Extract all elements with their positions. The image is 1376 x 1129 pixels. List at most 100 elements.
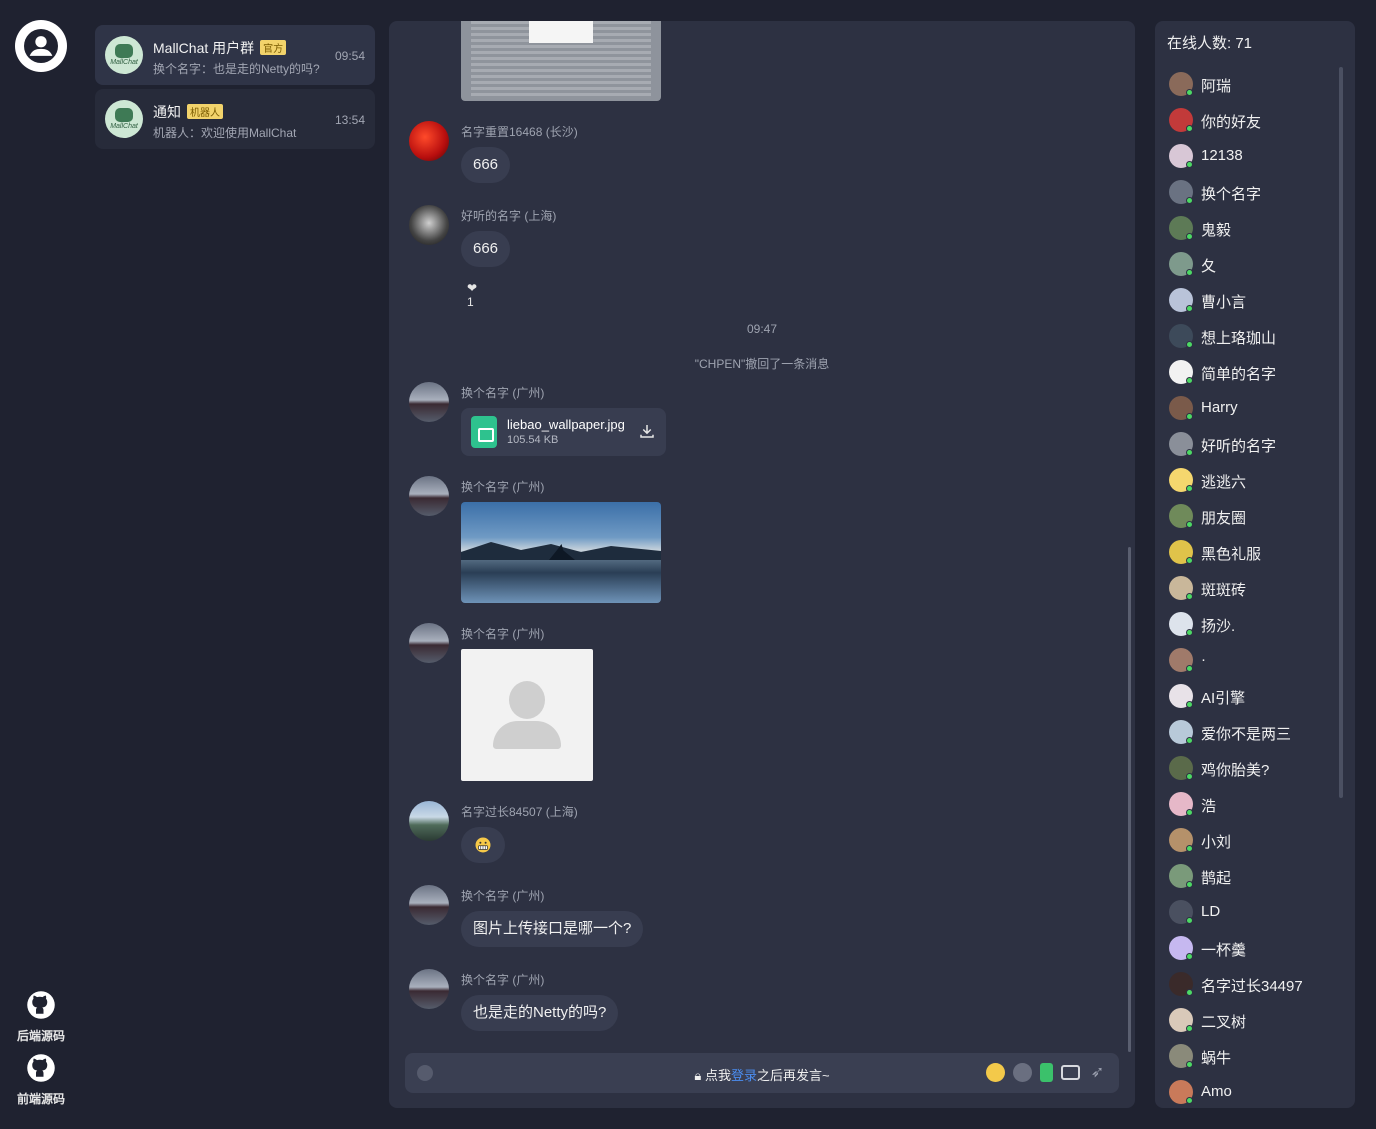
online-user[interactable]: 斑斑砖 xyxy=(1169,573,1339,609)
message-bubble: 也是走的Netty的吗? xyxy=(461,995,619,1031)
online-user[interactable]: 扬沙. xyxy=(1169,609,1339,645)
sticker-icon[interactable] xyxy=(1013,1063,1032,1082)
online-user[interactable]: 鬼毅 xyxy=(1169,213,1339,249)
online-user[interactable]: 夂 xyxy=(1169,249,1339,285)
online-users-panel: 在线人数: 71 阿瑞 你的好友 12138 换个名字 鬼毅夂曹小言 想上珞珈山 简单的名字… xyxy=(1155,21,1355,1108)
message-sender: 换个名字 (广州) xyxy=(461,973,545,987)
user-name: 曹小言 xyxy=(1201,294,1247,311)
grimacing-face-icon xyxy=(475,837,491,853)
online-user[interactable]: 鹊起 xyxy=(1169,861,1339,897)
online-user[interactable]: 黑色礼服 xyxy=(1169,537,1339,573)
backend-source-link[interactable]: 后端源码 xyxy=(8,990,74,1044)
chat-scrollbar[interactable] xyxy=(1128,547,1131,1052)
user-name: 逃逃六 xyxy=(1201,474,1247,491)
conversation-time: 09:54 xyxy=(334,49,365,63)
message-avatar[interactable] xyxy=(409,121,449,161)
message-avatar[interactable] xyxy=(409,382,449,422)
message-bubble: 666 xyxy=(461,231,511,267)
message-list[interactable]: 名字重置16468 (长沙) 666 好听的名字 (上海) 666 ❤ 1 09… xyxy=(389,21,1135,1108)
message-avatar[interactable] xyxy=(409,885,449,925)
user-name: AI引擎 xyxy=(1201,690,1246,707)
message-image-landscape[interactable] xyxy=(461,502,661,603)
online-status-dot xyxy=(1186,629,1193,636)
online-status-dot xyxy=(1186,269,1193,276)
online-status-dot xyxy=(1186,989,1193,996)
message-avatar[interactable] xyxy=(409,476,449,516)
message-image-placeholder[interactable] xyxy=(461,649,593,781)
online-user[interactable]: 爱你不是两三 xyxy=(1169,717,1339,753)
online-status-dot xyxy=(1186,233,1193,240)
file-name: liebao_wallpaper.jpg xyxy=(507,417,625,432)
online-user[interactable]: 曹小言 xyxy=(1169,285,1339,321)
user-name: 黑色礼服 xyxy=(1201,546,1262,563)
online-user[interactable]: 12138 xyxy=(1169,141,1339,177)
send-icon[interactable]: ➶ xyxy=(1088,1063,1107,1082)
online-user[interactable]: 鸡你胎美? xyxy=(1169,753,1339,789)
user-name: 夂 xyxy=(1201,258,1217,275)
online-user[interactable]: 换个名字 xyxy=(1169,177,1339,213)
user-name: 鬼毅 xyxy=(1201,222,1232,239)
conversation-item[interactable]: MallChat 通知 机器人 机器人：欢迎使用MallChat 13:54 xyxy=(95,89,375,149)
download-icon[interactable] xyxy=(638,422,656,440)
online-user[interactable]: 一杯羹 xyxy=(1169,933,1339,969)
online-status-dot xyxy=(1186,881,1193,888)
emoji-picker-icon[interactable] xyxy=(986,1063,1005,1082)
user-name: 名字过长34497 xyxy=(1201,978,1303,995)
online-user[interactable]: 朋友圈 xyxy=(1169,501,1339,537)
online-status-dot xyxy=(1186,701,1193,708)
online-user[interactable]: 小刘 xyxy=(1169,825,1339,861)
online-user-list: 阿瑞你的好友 12138 换个名字鬼毅夂曹小言想上珞珈山简单的名字 Harry 好听的名… xyxy=(1169,69,1339,1108)
like-count[interactable]: ❤ 1 xyxy=(467,281,477,309)
online-user[interactable]: 名字过长34497 xyxy=(1169,969,1339,1005)
official-badge: 官方 xyxy=(260,40,287,55)
online-user[interactable]: 阿瑞 xyxy=(1169,69,1339,105)
online-user[interactable]: 二叉树 xyxy=(1169,1005,1339,1041)
message-avatar[interactable] xyxy=(409,969,449,1009)
conversation-list: MallChat MallChat 用户群 官方 换个名字：也是走的Netty的吗… xyxy=(95,25,375,153)
message-sender: 换个名字 (广州) xyxy=(461,627,545,641)
recall-notice: "CHPEN"撤回了一条消息 xyxy=(694,357,830,371)
conversation-preview: 机器人：欢迎使用MallChat xyxy=(153,126,297,140)
online-scrollbar[interactable] xyxy=(1339,67,1343,798)
lock-icon: 🔒︎ xyxy=(694,1068,702,1083)
user-name: 换个名字 xyxy=(1201,186,1262,203)
online-status-dot xyxy=(1186,917,1193,924)
message-avatar[interactable] xyxy=(409,205,449,245)
message-input-bar[interactable]: 🔒︎ 点我登录之后再发言~ ➶ xyxy=(405,1053,1119,1093)
conversation-item[interactable]: MallChat MallChat 用户群 官方 换个名字：也是走的Netty的吗… xyxy=(95,25,375,85)
online-user[interactable]: 想上珞珈山 xyxy=(1169,321,1339,357)
user-name: 蜗牛 xyxy=(1201,1050,1232,1067)
online-user[interactable]: LD xyxy=(1169,897,1339,933)
user-name: Amo xyxy=(1201,1083,1232,1100)
frontend-source-label: 前端源码 xyxy=(16,1092,65,1106)
online-user[interactable]: Amo xyxy=(1169,1077,1339,1108)
message-sender: 换个名字 (广州) xyxy=(461,386,545,400)
file-attachment[interactable]: liebao_wallpaper.jpg 105.54 KB xyxy=(461,408,666,456)
user-name: 阿瑞 xyxy=(1201,78,1232,95)
folder-icon[interactable] xyxy=(1061,1065,1080,1080)
online-user[interactable]: 简单的名字 xyxy=(1169,357,1339,393)
online-user[interactable]: 你的好友 xyxy=(1169,105,1339,141)
online-user[interactable]: 浩 xyxy=(1169,789,1339,825)
login-link[interactable]: 登录 xyxy=(731,1068,757,1083)
image-upload-icon[interactable] xyxy=(1040,1063,1053,1082)
online-user[interactable]: 蜗牛 xyxy=(1169,1041,1339,1077)
message-avatar[interactable] xyxy=(409,801,449,841)
message-image-screenshot[interactable] xyxy=(461,21,661,101)
online-user[interactable]: 好听的名字 xyxy=(1169,429,1339,465)
online-status-dot xyxy=(1186,413,1193,420)
online-status-dot xyxy=(1186,809,1193,816)
frontend-source-link[interactable]: 前端源码 xyxy=(8,1053,74,1107)
user-avatar[interactable] xyxy=(15,20,67,72)
user-name: 简单的名字 xyxy=(1201,366,1277,383)
online-user[interactable]: AI引擎 xyxy=(1169,681,1339,717)
user-name: 12138 xyxy=(1201,147,1243,164)
message-avatar[interactable] xyxy=(409,623,449,663)
online-status-dot xyxy=(1186,845,1193,852)
message-sender: 好听的名字 (上海) xyxy=(461,209,557,223)
online-user[interactable]: Harry xyxy=(1169,393,1339,429)
online-user[interactable]: · xyxy=(1169,645,1339,681)
online-status-dot xyxy=(1186,1097,1193,1104)
online-user[interactable]: 逃逃六 xyxy=(1169,465,1339,501)
online-status-dot xyxy=(1186,1025,1193,1032)
